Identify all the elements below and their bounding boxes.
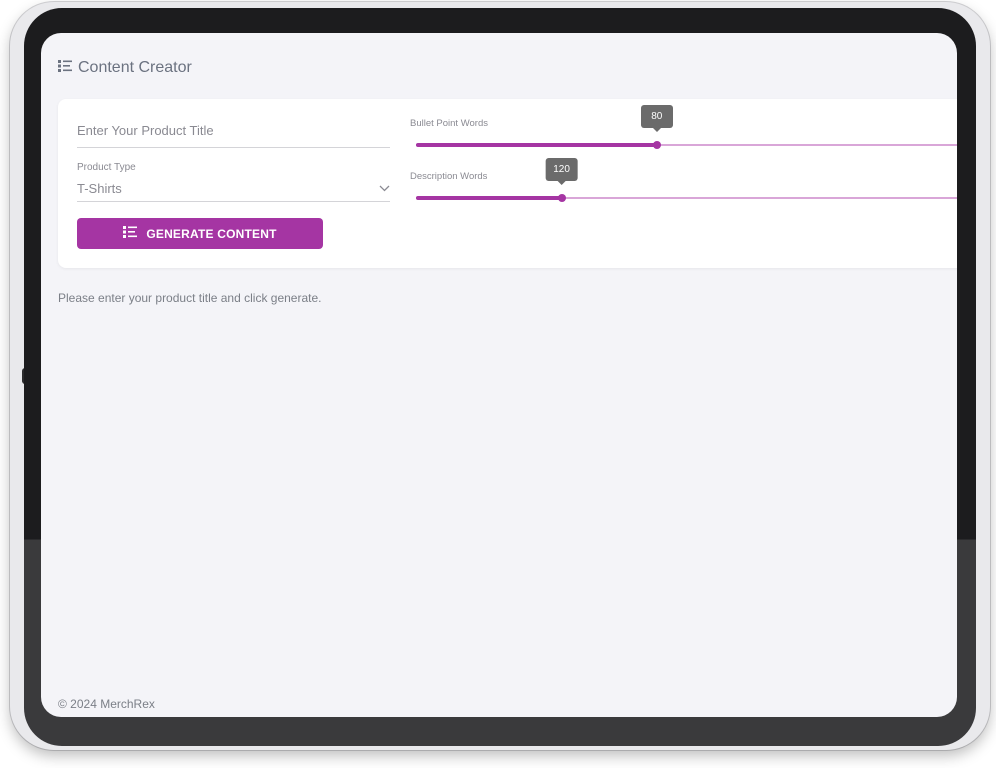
slider-value-tooltip: 80 (640, 105, 673, 132)
slider-track-fill (416, 143, 657, 147)
list-icon (58, 59, 72, 77)
page-title: Content Creator (78, 59, 192, 76)
bullet-words-label: Bullet Point Words (410, 118, 488, 129)
app-screen: Content Creator Product Type T-Shirts (41, 33, 957, 717)
app-header: Content Creator (58, 59, 192, 77)
product-title-field (77, 119, 390, 148)
slider-thumb[interactable] (652, 141, 661, 149)
chevron-down-icon[interactable] (379, 179, 390, 197)
slider-value-tooltip: 120 (545, 158, 578, 185)
product-type-select[interactable]: Product Type T-Shirts (77, 162, 390, 202)
list-icon (123, 226, 138, 241)
product-type-row[interactable]: T-Shirts (77, 179, 390, 197)
product-type-value: T-Shirts (77, 180, 122, 196)
generate-button-label: GENERATE CONTENT (146, 226, 277, 241)
content-form-card: Product Type T-Shirts (58, 99, 957, 268)
footer-copyright: © 2024 MerchRex (58, 697, 155, 711)
bullet-words-slider[interactable]: 80 (416, 105, 957, 152)
product-title-input[interactable] (77, 119, 390, 138)
slider-track-fill (416, 196, 562, 200)
description-words-slider[interactable]: 120 (416, 158, 957, 205)
slider-thumb[interactable] (557, 194, 566, 202)
description-words-label: Description Words (410, 171, 488, 182)
product-type-label: Product Type (77, 162, 136, 173)
status-message: Please enter your product title and clic… (58, 291, 322, 305)
generate-content-button[interactable]: GENERATE CONTENT (77, 218, 323, 249)
